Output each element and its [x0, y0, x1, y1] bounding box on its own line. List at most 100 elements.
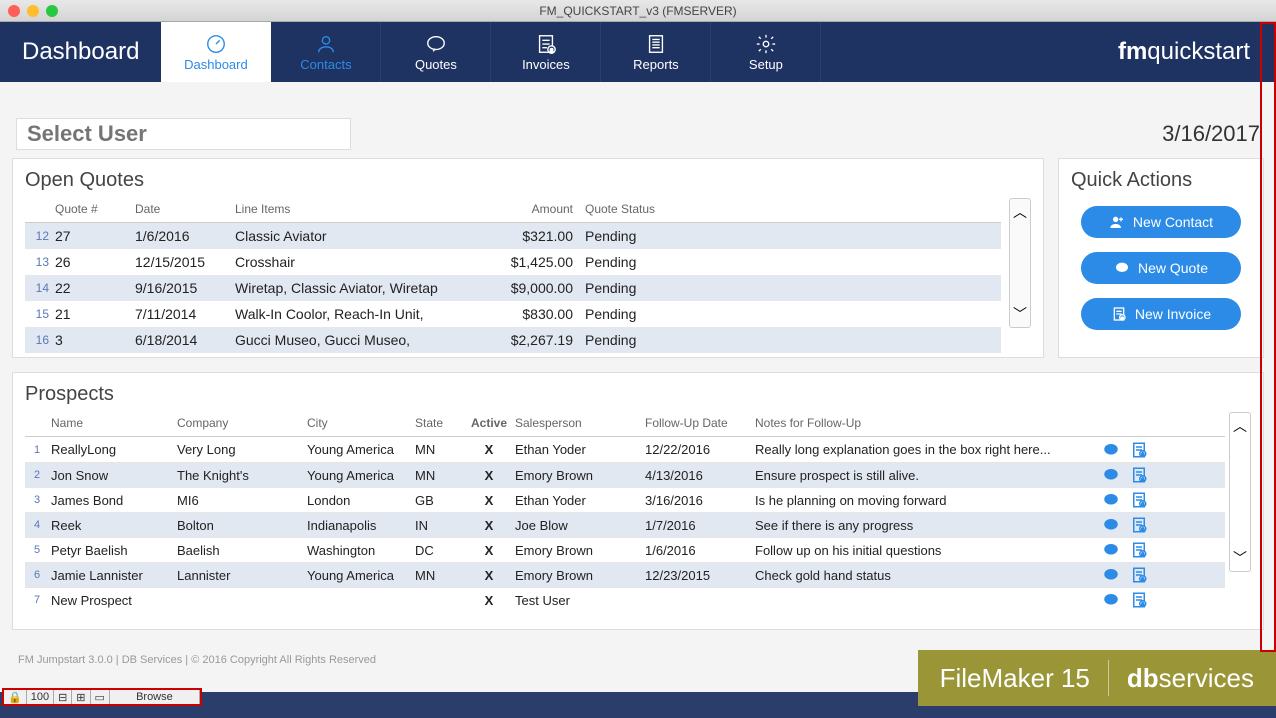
amount: $2,267.19 [485, 332, 585, 348]
invoice-icon[interactable]: $ [1130, 491, 1148, 509]
mode-selector[interactable]: Browse [110, 690, 200, 704]
new-invoice-button[interactable]: $ New Invoice [1081, 298, 1241, 330]
button-label: New Quote [1138, 260, 1208, 276]
open-quote-row[interactable]: 13 26 12/15/2015 Crosshair $1,425.00 Pen… [25, 249, 1001, 275]
col-line-items[interactable]: Line Items [235, 202, 485, 216]
select-user-input[interactable] [16, 118, 351, 150]
invoice-icon[interactable]: $ [1130, 591, 1148, 609]
col-company[interactable]: Company [177, 416, 307, 430]
status: Pending [585, 254, 705, 270]
active-flag: X [463, 593, 515, 608]
prospect-row[interactable]: 4 Reek Bolton Indianapolis IN X Joe Blow… [25, 512, 1225, 537]
nav-tab-contacts[interactable]: Contacts [271, 22, 381, 82]
followup-date: 4/13/2016 [645, 468, 755, 483]
window-titlebar: FM_QUICKSTART_v3 (FMSERVER) [0, 0, 1276, 22]
prospect-row[interactable]: 7 New Prospect X Test User $ [25, 587, 1225, 612]
gear-icon [755, 33, 777, 55]
open-quote-row[interactable]: 12 27 1/6/2016 Classic Aviator $321.00 P… [25, 223, 1001, 249]
row-index: 16 [25, 333, 55, 347]
chat-icon[interactable] [1102, 466, 1120, 484]
city: Young America [307, 442, 415, 457]
nav-tab-setup[interactable]: Setup [711, 22, 821, 82]
filemaker-label: FileMaker 15 [940, 663, 1090, 694]
open-quote-row[interactable]: 16 3 6/18/2014 Gucci Museo, Gucci Museo,… [25, 327, 1001, 353]
quotes-icon [425, 33, 447, 55]
col-active[interactable]: Active [463, 416, 515, 430]
nav-tab-reports[interactable]: Reports [601, 22, 711, 82]
state: GB [415, 493, 463, 508]
zoom-out-icon[interactable]: ⊟ [54, 690, 72, 704]
col-followup[interactable]: Follow-Up Date [645, 416, 755, 430]
zoom-in-icon[interactable]: ⊞ [72, 690, 90, 704]
lock-icon[interactable]: 🔒 [4, 690, 27, 704]
notes: Follow up on his initial questions [755, 543, 1095, 558]
prospects-scrollbar[interactable]: ︿ ﹀ [1229, 412, 1251, 572]
window-close-button[interactable] [8, 5, 20, 17]
chat-icon[interactable] [1102, 491, 1120, 509]
chat-icon[interactable] [1102, 516, 1120, 534]
invoice-icon[interactable]: $ [1130, 466, 1148, 484]
notes: See if there is any progress [755, 518, 1095, 533]
prospect-row[interactable]: 5 Petyr Baelish Baelish Washington DC X … [25, 537, 1225, 562]
prospect-row[interactable]: 6 Jamie Lannister Lannister Young Americ… [25, 562, 1225, 587]
followup-date: 3/16/2016 [645, 493, 755, 508]
status-bar: 🔒 100 ⊟ ⊞ ▭ Browse [2, 688, 202, 706]
prospect-row[interactable]: 3 James Bond MI6 London GB X Ethan Yoder… [25, 487, 1225, 512]
open-quotes-header: Quote # Date Line Items Amount Quote Sta… [25, 198, 1001, 223]
state: IN [415, 518, 463, 533]
col-name[interactable]: Name [49, 416, 177, 430]
active-flag: X [463, 493, 515, 508]
highlight-frame [1260, 22, 1276, 652]
invoice-icon[interactable]: $ [1130, 566, 1148, 584]
window-minimize-button[interactable] [27, 5, 39, 17]
state: DC [415, 543, 463, 558]
active-flag: X [463, 543, 515, 558]
col-date[interactable]: Date [135, 202, 235, 216]
col-status[interactable]: Quote Status [585, 202, 705, 216]
scroll-down-icon[interactable]: ﹀ [1010, 301, 1030, 327]
invoice-icon[interactable]: $ [1130, 541, 1148, 559]
nav-tab-invoices[interactable]: $ Invoices [491, 22, 601, 82]
nav-label: Contacts [300, 57, 351, 72]
open-quote-row[interactable]: 14 22 9/16/2015 Wiretap, Classic Aviator… [25, 275, 1001, 301]
col-city[interactable]: City [307, 416, 415, 430]
scroll-down-icon[interactable]: ﹀ [1230, 545, 1250, 571]
scroll-up-icon[interactable]: ︿ [1230, 413, 1250, 439]
col-state[interactable]: State [415, 416, 463, 430]
zoom-level[interactable]: 100 [27, 690, 54, 704]
invoice-icon[interactable]: $ [1130, 441, 1148, 459]
svg-text:$: $ [550, 48, 553, 54]
window-maximize-button[interactable] [46, 5, 58, 17]
nav-tab-dashboard[interactable]: Dashboard [161, 22, 271, 82]
chat-icon[interactable] [1102, 566, 1120, 584]
chat-icon[interactable] [1102, 541, 1120, 559]
col-notes[interactable]: Notes for Follow-Up [755, 416, 1095, 430]
col-salesperson[interactable]: Salesperson [515, 416, 645, 430]
row-index: 5 [25, 544, 49, 556]
city: Young America [307, 568, 415, 583]
chat-icon[interactable] [1102, 591, 1120, 609]
chat-icon[interactable] [1102, 441, 1120, 459]
col-amount[interactable]: Amount [485, 202, 585, 216]
prospect-name: Petyr Baelish [49, 543, 177, 558]
col-quote[interactable]: Quote # [55, 202, 135, 216]
new-quote-button[interactable]: New Quote [1081, 252, 1241, 284]
line-items: Crosshair [235, 254, 485, 270]
nav-label: Invoices [522, 57, 570, 72]
status: Pending [585, 332, 705, 348]
nav-tab-quotes[interactable]: Quotes [381, 22, 491, 82]
prospect-row[interactable]: 1 ReallyLong Very Long Young America MN … [25, 437, 1225, 462]
row-index: 13 [25, 255, 55, 269]
open-quote-row[interactable]: 15 21 7/11/2014 Walk-In Coolor, Reach-In… [25, 301, 1001, 327]
prospects-panel: Prospects Name Company City State Active… [12, 372, 1264, 630]
state: MN [415, 568, 463, 583]
product-badge: FileMaker 15 dbservices [918, 650, 1276, 706]
amount: $830.00 [485, 306, 585, 322]
new-contact-button[interactable]: New Contact [1081, 206, 1241, 238]
open-quotes-scrollbar[interactable]: ︿ ﹀ [1009, 198, 1031, 328]
view-icon[interactable]: ▭ [91, 690, 110, 704]
scroll-up-icon[interactable]: ︿ [1010, 199, 1030, 225]
invoice-icon[interactable]: $ [1130, 516, 1148, 534]
prospect-row[interactable]: 2 Jon Snow The Knight's Young America MN… [25, 462, 1225, 487]
window-title: FM_QUICKSTART_v3 (FMSERVER) [539, 4, 736, 18]
